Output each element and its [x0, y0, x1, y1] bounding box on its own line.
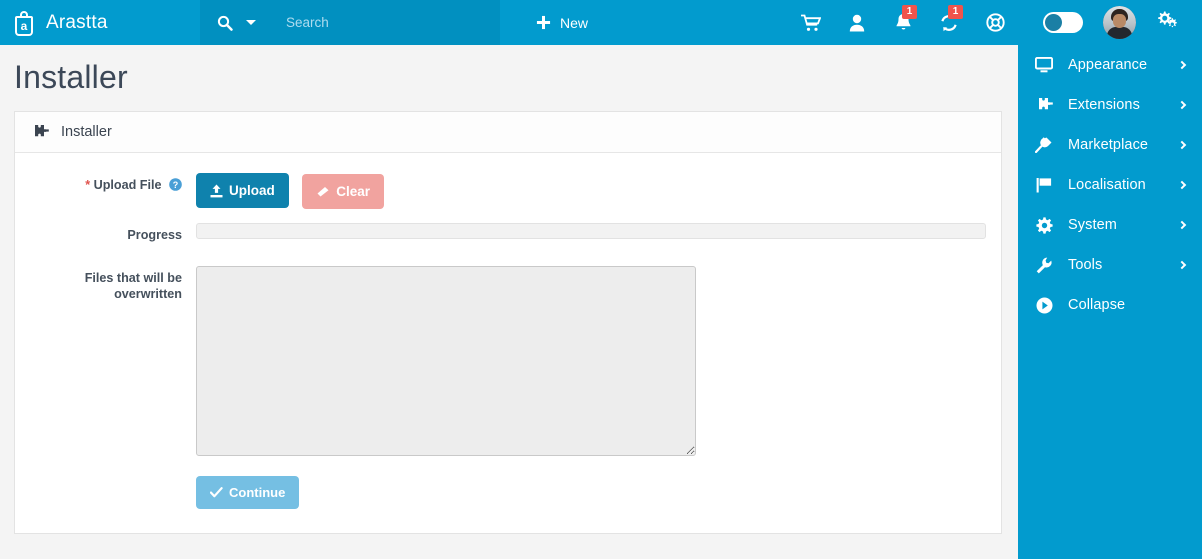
avatar-photo-face: [1112, 14, 1126, 28]
user-avatar[interactable]: [1102, 6, 1136, 39]
lifebuoy-icon: [985, 13, 1005, 32]
sidebar-item-extensions[interactable]: Extensions: [1018, 85, 1202, 125]
sidebar-label-extensions: Extensions: [1068, 97, 1140, 113]
notifications-icon-button[interactable]: 1: [880, 0, 926, 45]
chevron-right-icon: [1177, 100, 1187, 110]
overwritten-files-row: Files that will be overwritten: [15, 265, 1001, 456]
top-navigation-bar: a Arastta New: [0, 0, 1202, 45]
play-circle-icon: [1034, 297, 1054, 314]
chevron-right-icon: [1177, 140, 1187, 150]
sidebar-label-appearance: Appearance: [1068, 57, 1148, 73]
chevron-right-icon: [1177, 60, 1187, 70]
cogs-icon: [1156, 11, 1178, 34]
required-marker: *: [85, 178, 91, 192]
chevron-right-icon: [1177, 180, 1187, 190]
support-icon-button[interactable]: [972, 0, 1018, 45]
sidebar-item-marketplace[interactable]: Marketplace: [1018, 125, 1202, 165]
svg-text:?: ?: [173, 180, 179, 190]
search-icon[interactable]: [217, 15, 233, 31]
notifications-badge: 1: [902, 5, 917, 19]
sidebar-label-localisation: Localisation: [1068, 177, 1146, 193]
eraser-icon: [316, 185, 330, 198]
sidebar-item-localisation[interactable]: Localisation: [1018, 165, 1202, 205]
sidebar-item-collapse[interactable]: Collapse: [1018, 285, 1202, 325]
overwritten-files-label: Files that will be overwritten: [84, 270, 182, 301]
brand-home-link[interactable]: a Arastta: [0, 0, 200, 45]
search-input[interactable]: [286, 0, 486, 45]
plug-icon: [1034, 137, 1054, 153]
overwritten-files-textarea[interactable]: [196, 265, 696, 456]
upload-button[interactable]: Upload: [196, 173, 289, 208]
sidebar-item-tools[interactable]: Tools: [1018, 245, 1202, 285]
sidebar-label-tools: Tools: [1068, 257, 1103, 273]
chevron-right-icon: [1177, 260, 1187, 270]
flag-icon: [1034, 177, 1054, 193]
sync-icon-button[interactable]: 1: [926, 0, 972, 45]
topbar-icon-group: 1 1: [788, 0, 1018, 45]
sidebar-item-appearance[interactable]: Appearance: [1018, 45, 1202, 85]
question-circle-icon[interactable]: ?: [165, 178, 182, 192]
dark-mode-toggle[interactable]: [1042, 12, 1083, 33]
toggle-knob: [1044, 14, 1062, 31]
search-area[interactable]: [200, 0, 500, 45]
svg-text:a: a: [21, 19, 28, 33]
wrench-icon: [1034, 257, 1054, 274]
cart-icon: [801, 14, 821, 32]
continue-button[interactable]: Continue: [196, 475, 300, 509]
cart-icon-button[interactable]: [788, 0, 834, 45]
progress-row: Progress: [15, 222, 1001, 244]
upload-file-row: * Upload File ? Upload Clear: [15, 173, 1001, 209]
clear-button-label: Clear: [336, 183, 370, 199]
panel-header-title: Installer: [61, 124, 112, 140]
topbar-right-zone: [1018, 0, 1202, 45]
upload-buttons-group: Upload Clear: [196, 173, 384, 209]
sync-badge: 1: [948, 5, 963, 19]
continue-button-label: Continue: [229, 484, 286, 500]
sidebar-label-system: System: [1068, 217, 1117, 233]
desktop-icon: [1034, 57, 1054, 73]
check-icon: [210, 486, 223, 498]
continue-row: Continue: [15, 475, 1001, 509]
settings-cogs-button[interactable]: [1156, 10, 1178, 35]
panel-header: Installer: [15, 112, 1001, 153]
user-account-icon-button[interactable]: [834, 0, 880, 45]
sidebar-item-system[interactable]: System: [1018, 205, 1202, 245]
progress-bar: [196, 222, 986, 239]
puzzle-piece-icon: [1034, 97, 1054, 113]
search-filter-caret-down-icon[interactable]: [246, 20, 256, 25]
new-button[interactable]: New: [518, 0, 606, 45]
gear-icon: [1034, 216, 1054, 234]
user-icon: [849, 14, 865, 32]
progress-label: Progress: [127, 227, 182, 242]
avatar-photo-body: [1106, 27, 1132, 39]
new-button-label: New: [560, 14, 589, 31]
clear-button[interactable]: Clear: [302, 173, 384, 209]
sidebar-label-marketplace: Marketplace: [1068, 137, 1149, 153]
right-sidebar-menu: Appearance Extensions Marketplace Locali…: [1018, 45, 1202, 559]
upload-file-label: * Upload File ?: [15, 173, 196, 209]
sidebar-label-collapse: Collapse: [1068, 297, 1126, 313]
chevron-right-icon: [1177, 220, 1187, 230]
brand-name: Arastta: [46, 11, 108, 33]
plus-icon: [536, 15, 551, 30]
shopping-bag-logo-icon: a: [13, 10, 35, 36]
upload-icon: [210, 184, 223, 198]
installer-panel: Installer * Upload File ? Upload Clear P…: [14, 111, 1002, 534]
page-title: Installer: [14, 59, 128, 95]
panel-body: * Upload File ? Upload Clear Progress Fi…: [15, 153, 1001, 533]
puzzle-piece-icon: [32, 124, 49, 140]
continue-spacer-label: [15, 476, 196, 509]
upload-file-label-text: Upload File: [93, 178, 162, 192]
upload-button-label: Upload: [229, 183, 275, 198]
